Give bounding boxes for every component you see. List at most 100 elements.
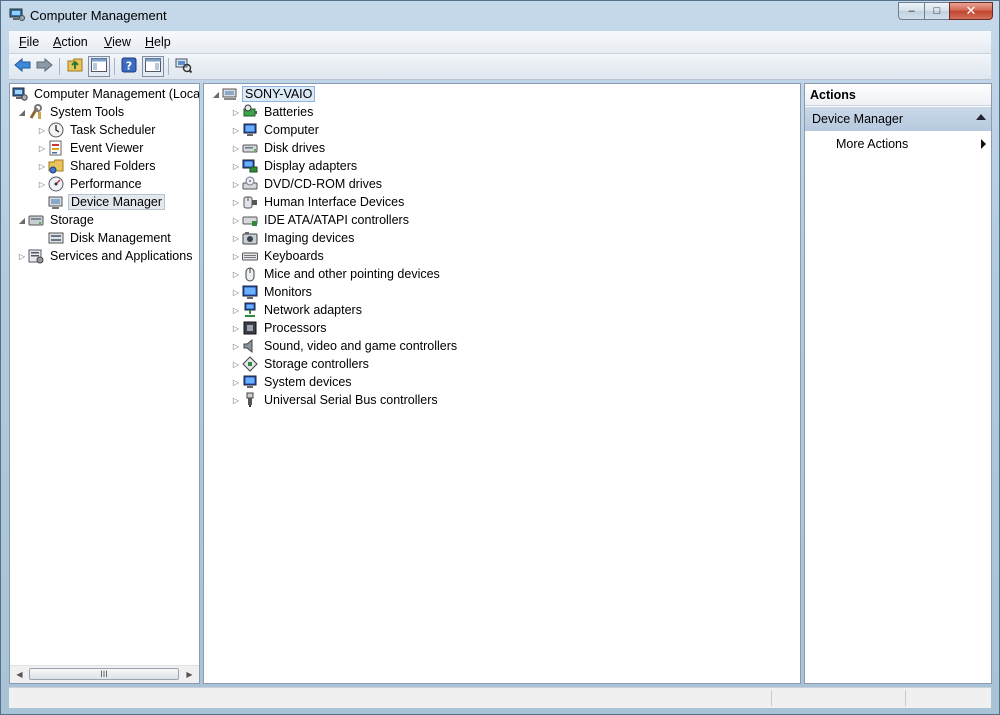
show-hide-action-pane-button[interactable] <box>142 56 164 77</box>
scroll-left-icon[interactable]: ◀ <box>11 666 28 683</box>
processor-icon <box>242 320 258 336</box>
submenu-arrow-icon <box>981 139 986 149</box>
tree-item-computer-management[interactable]: Computer Management (Local <box>12 85 199 103</box>
tree-item-disk-management[interactable]: Disk Management <box>48 229 173 247</box>
scrollbar-thumb[interactable]: III <box>29 668 179 680</box>
tree-item-services-and-applications[interactable]: ▷ Services and Applications <box>16 247 194 265</box>
expand-arrow-icon[interactable]: ▷ <box>230 252 242 261</box>
device-category-label: Disk drives <box>264 141 326 155</box>
expand-arrow-icon[interactable]: ▷ <box>36 180 48 189</box>
device-category-row[interactable]: ▷ Display adapters <box>230 157 359 175</box>
minimize-button[interactable]: – <box>898 2 924 20</box>
scroll-right-icon[interactable]: ▶ <box>181 666 198 683</box>
expand-arrow-icon[interactable]: ▷ <box>36 144 48 153</box>
status-bar-divider <box>905 690 906 706</box>
menu-view[interactable]: View <box>104 35 131 49</box>
shared-folder-icon <box>48 158 64 174</box>
expand-arrow-icon[interactable]: ▷ <box>230 108 242 117</box>
device-category-row[interactable]: ▷ Network adapters <box>230 301 364 319</box>
collapse-arrow-icon[interactable]: ◢ <box>210 90 222 99</box>
expand-arrow-icon[interactable]: ▷ <box>16 252 28 261</box>
tree-item-system-tools[interactable]: ◢ System Tools <box>16 103 126 121</box>
show-hide-console-tree-button[interactable] <box>88 56 110 77</box>
help-button[interactable]: ? <box>120 57 138 75</box>
expand-arrow-icon[interactable]: ▷ <box>230 162 242 171</box>
tree-item-performance[interactable]: ▷ Performance <box>36 175 144 193</box>
expand-arrow-icon[interactable]: ▷ <box>230 324 242 333</box>
system-tools-icon <box>28 104 44 120</box>
tree-item-event-viewer[interactable]: ▷ Event Viewer <box>36 139 145 157</box>
device-category-row[interactable]: ▷ Disk drives <box>230 139 327 157</box>
device-category-row[interactable]: ▷ Imaging devices <box>230 229 356 247</box>
device-category-row[interactable]: ▷ Batteries <box>230 103 315 121</box>
device-category-row[interactable]: ▷ Computer <box>230 121 321 139</box>
system-devices-icon <box>242 374 258 390</box>
expand-arrow-icon[interactable]: ▷ <box>230 180 242 189</box>
device-category-row[interactable]: ▷ IDE ATA/ATAPI controllers <box>230 211 411 229</box>
up-folder-icon <box>67 57 84 75</box>
close-button[interactable]: ✕ <box>949 2 993 20</box>
device-category-row[interactable]: ▷ Storage controllers <box>230 355 371 373</box>
forward-button[interactable] <box>35 57 53 75</box>
device-category-label: Processors <box>264 321 327 335</box>
collapse-section-icon[interactable] <box>976 114 986 120</box>
expand-arrow-icon[interactable]: ▷ <box>230 126 242 135</box>
expand-arrow-icon[interactable]: ▷ <box>230 216 242 225</box>
device-category-row[interactable]: ▷ Monitors <box>230 283 314 301</box>
expand-arrow-icon[interactable]: ▷ <box>230 396 242 405</box>
tree-item-computer-root[interactable]: ◢ SONY-VAIO <box>210 85 316 103</box>
ide-controller-icon <box>242 212 258 228</box>
menu-help[interactable]: Help <box>145 35 171 49</box>
back-arrow-icon <box>13 57 31 75</box>
maximize-button[interactable]: □ <box>924 2 949 20</box>
expand-arrow-icon[interactable]: ▷ <box>36 162 48 171</box>
expand-arrow-icon[interactable]: ▷ <box>230 378 242 387</box>
device-category-row[interactable]: ▷ Mice and other pointing devices <box>230 265 442 283</box>
disk-management-icon <box>48 230 64 246</box>
device-category-row[interactable]: ▷ DVD/CD-ROM drives <box>230 175 384 193</box>
more-actions-item[interactable]: More Actions <box>836 134 986 154</box>
scan-hardware-button[interactable] <box>174 57 192 75</box>
device-category-row[interactable]: ▷ Universal Serial Bus controllers <box>230 391 440 409</box>
actions-section-device-manager[interactable]: Device Manager <box>805 107 991 131</box>
expand-arrow-icon[interactable]: ▷ <box>230 306 242 315</box>
tree-item-storage[interactable]: ◢ Storage <box>16 211 96 229</box>
expand-arrow-icon[interactable]: ▷ <box>230 288 242 297</box>
up-one-level-button[interactable] <box>66 57 84 75</box>
expand-arrow-icon[interactable]: ▷ <box>36 126 48 135</box>
tree-item-shared-folders[interactable]: ▷ Shared Folders <box>36 157 157 175</box>
speaker-icon <box>242 338 258 354</box>
collapse-arrow-icon[interactable]: ◢ <box>16 108 28 117</box>
tree-item-device-manager[interactable]: Device Manager <box>48 193 166 211</box>
back-button[interactable] <box>13 57 31 75</box>
display-adapter-icon <box>242 158 258 174</box>
device-category-row[interactable]: ▷ Sound, video and game controllers <box>230 337 459 355</box>
toolbar-separator <box>59 58 60 75</box>
collapse-arrow-icon[interactable]: ◢ <box>16 216 28 225</box>
expand-arrow-icon[interactable]: ▷ <box>230 360 242 369</box>
storage-controller-icon <box>242 356 258 372</box>
device-category-row[interactable]: ▷ Processors <box>230 319 329 337</box>
device-category-row[interactable]: ▷ System devices <box>230 373 354 391</box>
device-category-label: DVD/CD-ROM drives <box>264 177 383 191</box>
expand-arrow-icon[interactable]: ▷ <box>230 342 242 351</box>
expand-arrow-icon[interactable]: ▷ <box>230 144 242 153</box>
toolbar-separator <box>114 58 115 75</box>
title-bar[interactable]: Computer Management – □ ✕ <box>1 1 999 31</box>
device-category-row[interactable]: ▷ Keyboards <box>230 247 326 265</box>
device-category-label: Mice and other pointing devices <box>264 267 440 281</box>
horizontal-scrollbar[interactable]: ◀ III ▶ <box>10 665 199 683</box>
toolbar: ? <box>9 54 991 80</box>
monitor-icon <box>242 284 258 300</box>
expand-arrow-icon[interactable]: ▷ <box>230 234 242 243</box>
menu-action[interactable]: Action <box>53 35 88 49</box>
tree-item-label: SONY-VAIO <box>242 86 316 102</box>
menu-file[interactable]: File <box>19 35 39 49</box>
expand-arrow-icon[interactable]: ▷ <box>230 198 242 207</box>
tree-item-task-scheduler[interactable]: ▷ Task Scheduler <box>36 121 157 139</box>
help-icon: ? <box>121 57 137 76</box>
computer-icon <box>222 86 238 102</box>
expand-arrow-icon[interactable]: ▷ <box>230 270 242 279</box>
performance-icon <box>48 176 64 192</box>
device-category-row[interactable]: ▷ Human Interface Devices <box>230 193 406 211</box>
